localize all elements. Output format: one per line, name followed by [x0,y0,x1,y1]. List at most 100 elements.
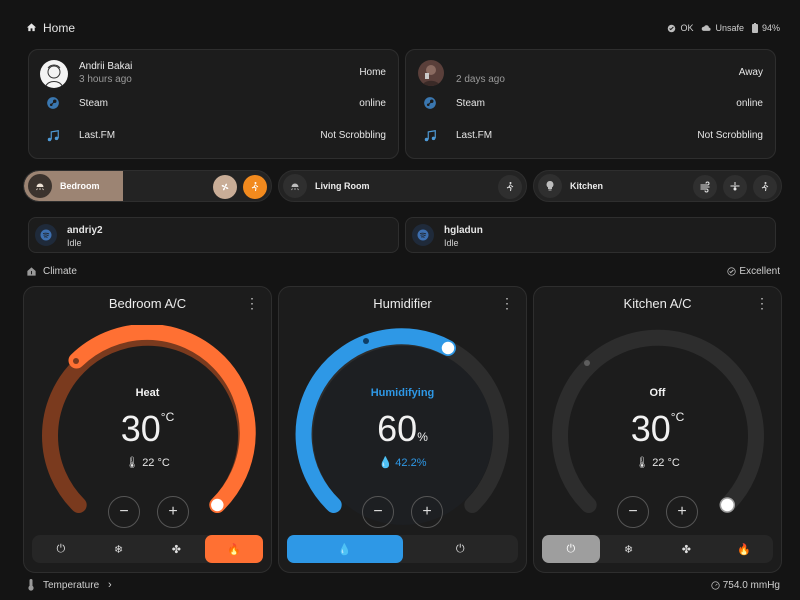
check-circle-icon [727,267,737,276]
room-pill-kitchen[interactable]: Kitchen [533,170,782,202]
thermometer-icon: 🌡 [635,457,650,469]
dial-handle[interactable] [209,497,226,513]
room-label: Living Room [315,181,370,191]
air-purifier-icon[interactable] [693,175,717,199]
lastfm-status: Not Scrobbling [697,130,763,141]
more-vertical-icon[interactable]: ⋮ [755,295,769,312]
snowflake-icon[interactable]: ❄ [600,535,658,563]
spotify-icon [412,224,434,246]
decrease-button[interactable]: − [617,496,649,528]
motion-icon[interactable] [498,175,522,199]
spotify-icon [35,224,57,246]
chevron-right-icon[interactable]: › [108,579,112,591]
steam-icon [423,96,437,110]
ceiling-light-icon[interactable] [283,174,307,198]
more-vertical-icon[interactable]: ⋮ [500,295,514,312]
target-value: 30 [630,408,671,449]
user-card-andrii[interactable]: Andrii Bakai 3 hours ago Home Steam onli… [28,49,399,159]
current-humidity: 💧 42.2% [279,456,526,469]
water-drop-icon[interactable]: 💧 [287,535,403,563]
home-icon [26,22,37,33]
target-unit: °C [670,410,685,424]
ceiling-fan-icon[interactable] [723,175,747,199]
increase-button[interactable]: + [411,496,443,528]
power-icon[interactable]: ⏻ [32,535,90,563]
steam-status: online [359,98,386,109]
temperature-label[interactable]: Temperature [43,580,99,591]
thermostat-mode: Off [649,387,666,399]
battery-level: 94% [761,23,780,33]
pressure-readout: 754.0 mmHg [711,580,780,591]
check-circle-icon [667,24,676,33]
power-icon[interactable]: ⏻ [542,535,600,563]
header: Home OK Unsafe 94% [26,20,780,38]
steam-label: Steam [456,98,485,109]
hvac-mode-bar: ⏻ ❄ ✤ 🔥 [32,535,263,563]
thermostat-card-bedroom-ac[interactable]: Bedroom A/C ⋮ Heat 30°C 🌡 22 °C − + ⏻ ❄ … [23,286,272,573]
thermostat-target: 60% [279,408,526,450]
dial-handle[interactable] [719,497,736,513]
motion-icon[interactable] [243,175,267,199]
temperature-section-header: Temperature › 754.0 mmHg [26,578,780,594]
current-value: 22 °C [142,457,170,469]
water-drop-icon: 💧 [378,457,393,469]
current-value: 22 °C [652,457,680,469]
target-value: 30 [120,408,161,449]
humidifier-mode-bar: 💧 ⏻ [287,535,518,563]
user-last-seen: 2 days ago [456,74,505,85]
dial-marker [584,360,590,366]
spotify-state: Idle [67,238,82,248]
cloud-icon [701,24,712,32]
thermostat-title: Kitchen A/C [623,296,692,311]
target-value: 60 [377,408,418,449]
steam-status: online [736,98,763,109]
status-bar: OK Unsafe 94% [667,23,780,33]
more-vertical-icon[interactable]: ⋮ [245,295,259,312]
steam-label: Steam [79,98,108,109]
thermostat-target: 30°C [24,408,271,450]
climate-section-header: Climate Excellent [26,264,780,280]
thermostat-mode: Heat [135,387,160,399]
dial-marker [73,358,79,364]
snowflake-icon[interactable]: ❄ [90,535,148,563]
steam-icon [46,96,60,110]
lastfm-label: Last.FM [79,130,116,141]
thermostat-card-kitchen-ac[interactable]: Kitchen A/C ⋮ Off 30°C 🌡 22 °C − + ⏻ ❄ ✤… [533,286,782,573]
user-card-second[interactable]: 2 days ago Away Steam online Last.FM Not… [405,49,776,159]
page-title[interactable]: Home [43,21,75,35]
avatar [40,60,68,88]
flame-icon[interactable]: 🔥 [205,535,263,563]
dial-handle[interactable] [440,340,456,356]
light-bulb-icon[interactable] [538,174,562,198]
motion-icon[interactable] [753,175,777,199]
lastfm-label: Last.FM [456,130,493,141]
increase-button[interactable]: + [157,496,189,528]
fan-icon[interactable]: ✤ [658,535,716,563]
ceiling-light-icon[interactable] [28,174,52,198]
music-note-icon [423,129,437,143]
flame-icon[interactable]: 🔥 [715,535,773,563]
decrease-button[interactable]: − [108,496,140,528]
fan-icon[interactable]: ✤ [148,535,206,563]
spotify-card-andriy2[interactable]: andriy2 Idle [28,217,399,253]
climate-status-label: Excellent [739,266,780,277]
current-temperature: 🌡 22 °C [24,456,271,469]
spotify-card-hgladun[interactable]: hgladun Idle [405,217,776,253]
target-unit: °C [160,410,175,424]
current-temperature: 🌡 22 °C [534,456,781,469]
power-icon[interactable]: ⏻ [403,535,519,563]
current-value: 42.2% [395,457,427,469]
room-pill-living-room[interactable]: Living Room [278,170,527,202]
decrease-button[interactable]: − [362,496,394,528]
increase-button[interactable]: + [666,496,698,528]
climate-label[interactable]: Climate [43,266,77,277]
pressure-value: 754.0 mmHg [722,580,780,591]
status-unsafe: Unsafe [715,23,744,33]
fan-icon[interactable] [213,175,237,199]
thermostat-card-humidifier[interactable]: Humidifier ⋮ Humidifying 60% 💧 42.2% − +… [278,286,527,573]
battery-icon [751,23,758,33]
room-pill-bedroom[interactable]: Bedroom [23,170,272,202]
thermostat-target: 30°C [534,408,781,450]
lastfm-status: Not Scrobbling [320,130,386,141]
gauge-icon [711,581,720,590]
